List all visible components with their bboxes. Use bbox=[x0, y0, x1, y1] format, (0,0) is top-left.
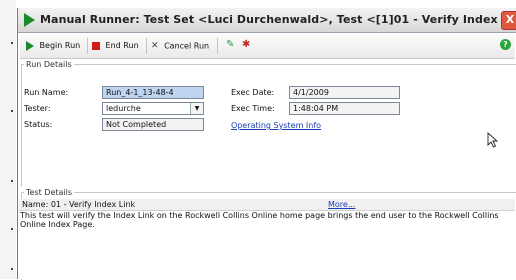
play-icon bbox=[24, 13, 35, 27]
help-icon[interactable]: ? bbox=[500, 39, 511, 50]
run-name-label: Run Name: bbox=[24, 88, 69, 97]
begin-run-button[interactable]: Begin Run bbox=[26, 39, 80, 53]
begin-run-label: Begin Run bbox=[39, 41, 81, 50]
tester-value: ledurche bbox=[106, 104, 141, 113]
exec-date-label: Exec Date: bbox=[231, 88, 275, 97]
run-details-legend: Run Details bbox=[26, 60, 72, 69]
run-name-field[interactable]: Run_4-1_13-48-4 bbox=[102, 86, 204, 99]
cancel-run-button[interactable]: ✕ Cancel Run bbox=[151, 39, 209, 53]
bug-icon[interactable]: ✱ bbox=[242, 39, 250, 50]
attachment-clip-icon[interactable]: ✎ bbox=[226, 39, 234, 50]
toolbar: Begin Run End Run ✕ Cancel Run ✎ ✱ ? bbox=[20, 34, 515, 59]
close-button[interactable]: X bbox=[501, 11, 516, 30]
marker-dot bbox=[11, 228, 13, 230]
exec-time-label: Exec Time: bbox=[231, 104, 275, 113]
close-icon: X bbox=[505, 13, 515, 26]
manual-runner-window: Manual Runner: Test Set <Luci Durchenwal… bbox=[17, 8, 516, 280]
exec-date-field: 4/1/2009 bbox=[289, 86, 400, 99]
background-strip bbox=[0, 0, 16, 279]
marker-dot bbox=[11, 180, 13, 182]
exec-time-field: 1:48:04 PM bbox=[289, 102, 400, 115]
test-details-legend: Test Details bbox=[26, 188, 73, 197]
toolbar-separator bbox=[217, 38, 218, 54]
more-link[interactable]: More... bbox=[328, 200, 355, 209]
end-run-label: End Run bbox=[105, 41, 139, 50]
test-name-bar: Name: 01 - Verify Index Link More... bbox=[19, 199, 515, 211]
cancel-icon: ✕ bbox=[151, 41, 159, 51]
marker-dot bbox=[11, 110, 13, 112]
window-title: Manual Runner: Test Set <Luci Durchenwal… bbox=[40, 13, 516, 26]
stop-icon bbox=[92, 41, 100, 50]
end-run-button[interactable]: End Run bbox=[92, 39, 139, 53]
marker-dot bbox=[11, 42, 13, 44]
test-description: This test will verify the Index Link on … bbox=[20, 211, 512, 279]
title-bar[interactable]: Manual Runner: Test Set <Luci Durchenwal… bbox=[18, 8, 516, 33]
chevron-down-icon[interactable]: ▼ bbox=[190, 103, 203, 114]
cancel-run-label: Cancel Run bbox=[164, 41, 210, 51]
status-label: Status: bbox=[24, 120, 53, 129]
mouse-pointer-icon bbox=[487, 132, 499, 148]
marker-dot bbox=[11, 268, 13, 270]
toolbar-separator bbox=[146, 38, 147, 54]
tester-label: Tester: bbox=[24, 104, 51, 113]
toolbar-separator bbox=[87, 38, 88, 54]
status-field: Not Completed bbox=[102, 118, 204, 131]
test-name: Name: 01 - Verify Index Link bbox=[22, 200, 136, 209]
play-icon bbox=[26, 40, 34, 51]
os-info-link[interactable]: Operating System Info bbox=[231, 121, 321, 130]
tester-combobox[interactable]: ledurche ▼ bbox=[102, 102, 204, 115]
